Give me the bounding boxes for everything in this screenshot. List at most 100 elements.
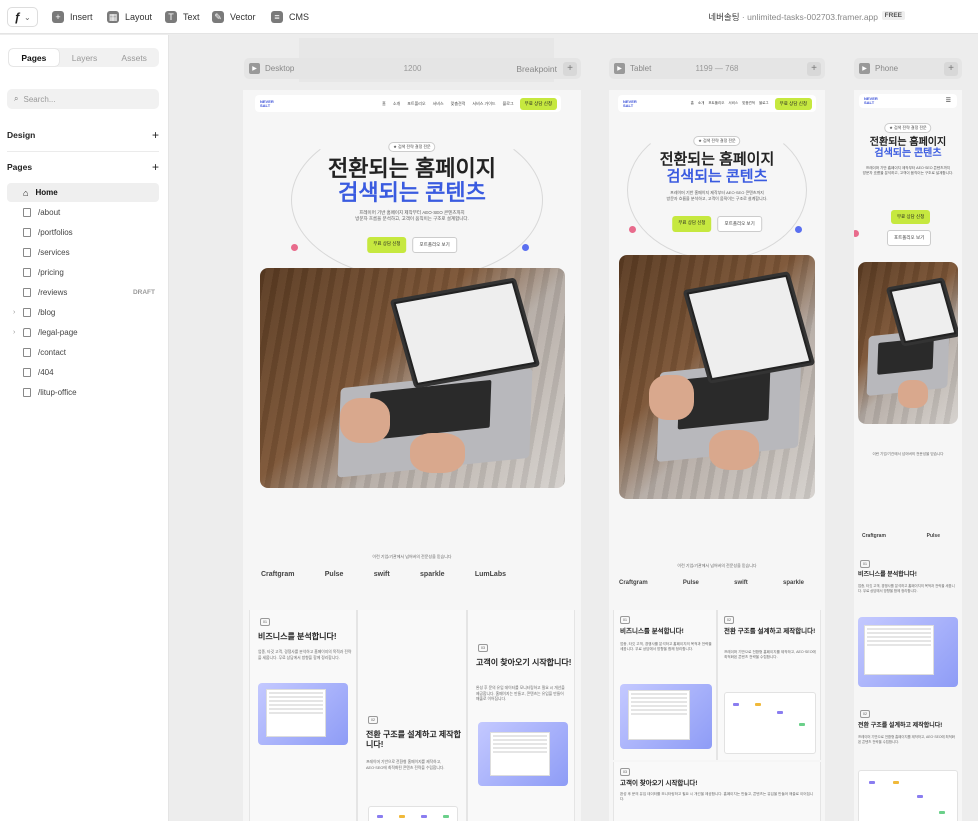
phone-frame-header[interactable]: ▶ Phone + [854,58,962,79]
feature-card: 02 전환 구조를 설계하고 제작합니다! 프레이머 기반으로 전환형 홈페이지… [717,610,821,760]
search-input[interactable]: ⌕ Search... [7,89,159,109]
logo-craftgram: Craftgram [619,580,648,586]
project-separator: · [741,12,745,22]
hero-pill-badge: ★ 검색 전략 결정 전문 [884,123,932,133]
add-breakpoint-icon[interactable]: + [944,61,958,76]
page-item-legal-page[interactable]: › /legal-page [7,323,159,342]
search-placeholder: Search... [23,94,56,104]
card-number: 01 [860,560,870,568]
layout-button[interactable]: ▦ Layout [107,9,152,25]
add-breakpoint-icon[interactable]: + [807,61,821,76]
feature-card: 01 비즈니스를 분석합니다! 업종, 타깃 고객, 경쟁사를 분석하고 홈페이… [249,610,357,821]
tab-assets[interactable]: Assets [109,48,159,67]
site-nav: NEVER SALT ☰ [859,94,957,108]
site-logo[interactable]: NEVER SALT [864,97,878,105]
page-label: /contact [38,348,67,357]
nav-link[interactable]: 서비스 가이드 [472,101,495,107]
play-icon[interactable]: ▶ [859,63,870,74]
logo-pulse: Pulse [926,533,940,539]
nav-link[interactable]: 포트폴리오 [407,101,425,107]
hero-pill-badge: ★ 검색 전략 결정 전문 [693,136,741,146]
page-item-404[interactable]: /404 [7,363,159,382]
nav-link[interactable]: 소개 [393,101,400,107]
card-screenshot [858,617,958,687]
nav-link[interactable]: 서비스 [433,101,444,107]
pages-section-header[interactable]: Pages + [7,160,159,174]
frame-size: 1199 — 768 [695,63,739,73]
chevron-right-icon[interactable]: › [13,329,15,336]
hero-cta-secondary[interactable]: 포트폴리오 보기 [887,230,932,246]
page-label: /portfolios [38,228,73,237]
hero-cta-secondary[interactable]: 포트폴리오 보기 [412,237,457,253]
add-page-icon[interactable]: + [152,160,159,174]
hero-subtext: 프레이머 기반 홈페이지 제작부터 AEO·SEO 콘텐츠까지 방문자 흐름을 분… [862,166,954,176]
logo-lumlabs: LumLabs [474,571,506,578]
text-button[interactable]: T Text [165,9,200,25]
project-title[interactable]: 네버솔팅 · unlimited-tasks-002703.framer.app [708,11,878,23]
card-number: 03 [478,644,488,652]
breakpoint-label[interactable]: Breakpoint [516,64,557,74]
desktop-frame[interactable]: NEVER SALT 홈 소개 포트폴리오 서비스 맞춤견적 서비스 가이드 블로… [243,90,581,821]
hero-cta-primary[interactable]: 무료 상담 신청 [672,216,712,232]
nav-link[interactable]: 블로그 [503,101,514,107]
page-item-about[interactable]: /about [7,203,159,222]
site-logo[interactable]: NEVER SALT [623,99,637,108]
nav-link[interactable]: 맞춤견적 [742,101,755,106]
card-body: 프레이머 기반으로 전환형 홈페이지를 제작하고, AEO·SEO에 최적화된 … [366,760,445,770]
page-icon [23,208,31,217]
app-menu-button[interactable]: ƒ ⌄ [7,7,38,27]
add-design-icon[interactable]: + [152,128,159,142]
nav-link[interactable]: 소개 [698,101,704,106]
feature-card: 03 고객이 찾아오기 시작합니다! 완성 후 문의 유입 데이터를 모니터링하… [613,762,821,821]
hero-headline: 전환되는 홈페이지 검색되는 콘텐츠 [869,137,947,159]
hero-laptop-image [260,268,565,488]
page-item-blog[interactable]: › /blog [7,303,159,322]
hero-pill-badge: ★ 검색 전략 결정 전문 [388,142,436,152]
feature-card: 02 전환 구조를 설계하고 제작합니다! 프레이머 기반으로 전환형 홈페이지… [357,610,467,821]
desktop-frame-header[interactable]: ▶ Desktop 1200 Breakpoint + [244,58,581,79]
nav-link[interactable]: 서비스 [728,101,738,106]
page-label: /404 [38,368,54,377]
hero-cta-primary[interactable]: 무료 상담 신청 [367,237,407,253]
card-title: 고객이 찾아오기 시작합니다! [476,658,572,667]
page-item-pricing[interactable]: /pricing [7,263,159,282]
page-item-reviews[interactable]: /reviews DRAFT [7,283,159,302]
tablet-frame-header[interactable]: ▶ Tablet 1199 — 768 + [609,58,825,79]
nav-link[interactable]: 홈 [691,101,694,106]
card-flow-diagram [858,770,958,821]
nav-link[interactable]: 블로그 [759,101,769,106]
card-title: 비즈니스를 분석합니다! [858,572,917,578]
tab-layers[interactable]: Layers [60,48,110,67]
left-sidebar: Pages Layers Assets ⌕ Search... Design +… [0,35,169,821]
nav-link[interactable]: 포트폴리오 [708,101,724,106]
hero-cta-secondary[interactable]: 포트폴리오 보기 [717,216,762,232]
add-breakpoint-icon[interactable]: + [563,61,577,76]
insert-button[interactable]: + Insert [52,9,93,25]
client-logos: Craftgram Pulse [862,533,940,539]
cms-button[interactable]: ≡ CMS [271,9,309,25]
hero-cta-primary[interactable]: 무료 상담 신청 [891,210,931,224]
design-canvas[interactable]: ▶ Desktop 1200 Breakpoint + NEVER SALT 홈 … [170,35,978,821]
tab-pages[interactable]: Pages [9,49,59,66]
phone-frame[interactable]: NEVER SALT ☰ ★ 검색 전략 결정 전문 전환되는 홈페이지 검색되는 … [854,90,962,821]
nav-cta-button[interactable]: 무료 상담 신청 [774,97,812,110]
site-logo[interactable]: NEVER SALT [260,99,274,108]
framer-logo-icon: ƒ [14,10,21,24]
decorative-dot [629,226,636,233]
hamburger-menu-icon[interactable]: ☰ [946,97,951,104]
logo-swift: swift [373,571,390,578]
design-section-header[interactable]: Design + [7,128,159,142]
page-item-services[interactable]: /services [7,243,159,262]
page-item-home[interactable]: ⌂ Home [7,183,159,202]
chevron-right-icon[interactable]: › [13,309,15,316]
page-icon [23,388,31,397]
page-item-litup-office[interactable]: /litup-office [7,383,159,402]
vector-button[interactable]: ✎ Vector [212,9,256,25]
tablet-frame[interactable]: NEVER SALT 홈 소개 포트폴리오 서비스 맞춤견적 블로그 무료 상담 … [609,90,825,821]
nav-link[interactable]: 맞춤견적 [451,101,466,107]
page-item-contact[interactable]: /contact [7,343,159,362]
nav-cta-button[interactable]: 무료 상담 신청 [519,97,557,110]
nav-link[interactable]: 홈 [382,101,386,107]
page-item-portfolios[interactable]: /portfolios [7,223,159,242]
design-label: Design [7,130,36,140]
